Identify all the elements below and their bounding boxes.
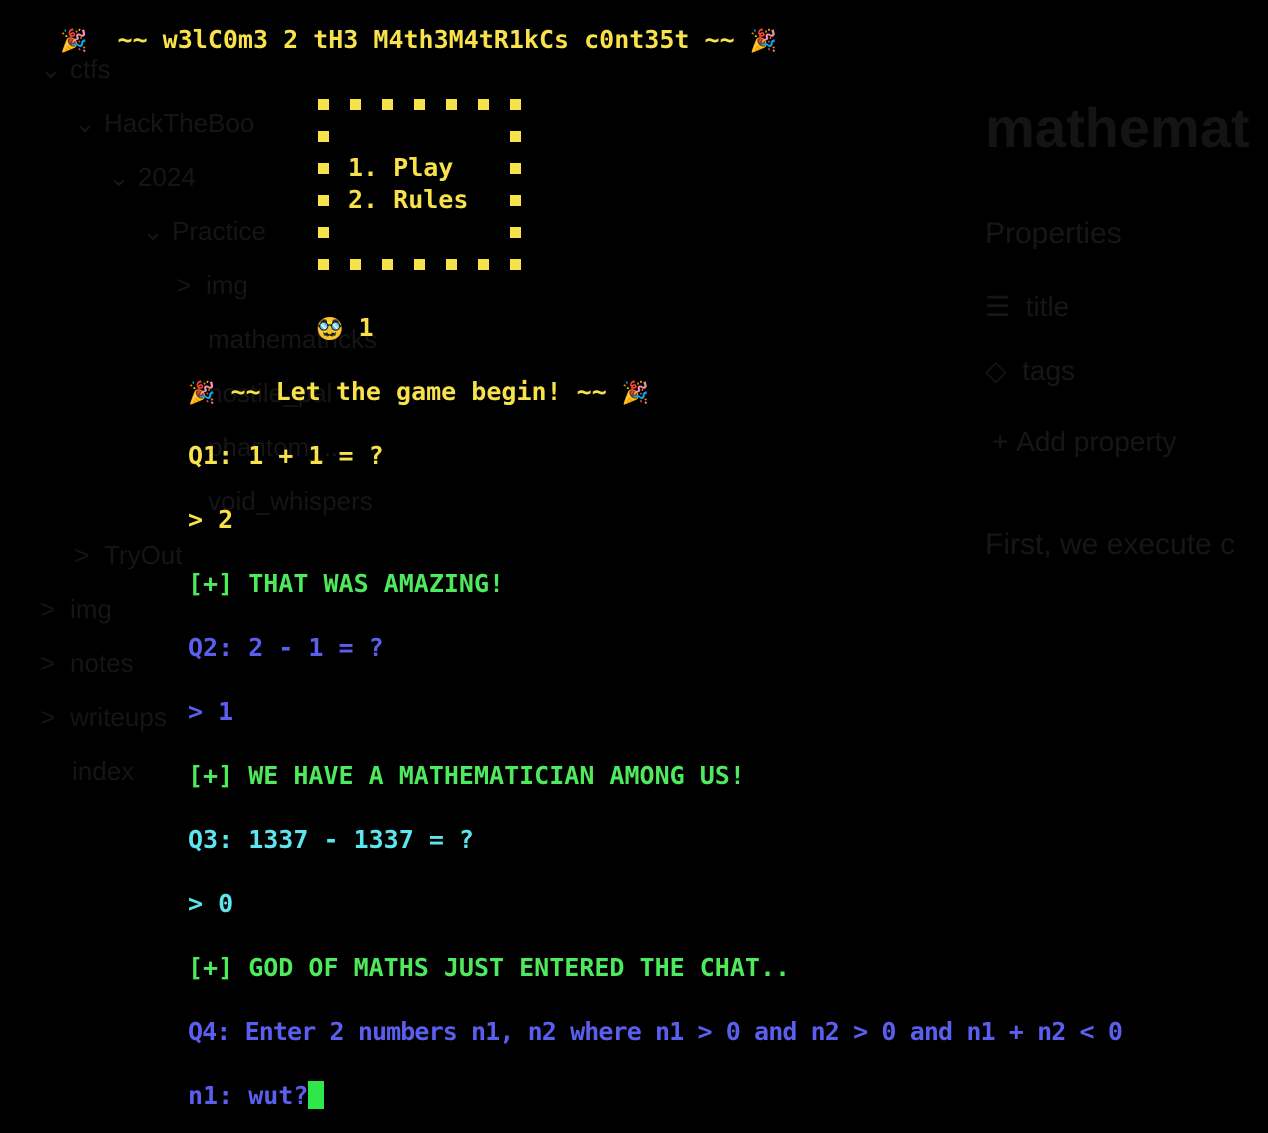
- result-3: [+] GOD OF MATHS JUST ENTERED THE CHAT..: [188, 953, 791, 982]
- menu-option-rules: 2. Rules: [348, 185, 469, 214]
- terminal-output[interactable]: 🎉 ~~ w3lC0m3 2 tH3 M4th3M4tR1kCs c0nt35t…: [0, 0, 1268, 1133]
- answer-2: > 1: [188, 697, 234, 726]
- party-popper-icon: 🎉: [749, 29, 778, 54]
- banner-text: ~~ w3lC0m3 2 tH3 M4th3M4tR1kCs c0nt35t ~…: [117, 25, 735, 54]
- terminal-cursor: [308, 1081, 325, 1109]
- result-1: [+] THAT WAS AMAZING!: [188, 569, 505, 598]
- answer-3: > 0: [188, 889, 234, 918]
- menu-option-play: 1. Play: [348, 153, 454, 182]
- party-popper-icon: 🎉: [621, 381, 650, 406]
- answer-1: > 2: [188, 505, 234, 534]
- banner: 🎉 ~~ w3lC0m3 2 tH3 M4th3M4tR1kCs c0nt35t…: [60, 24, 777, 58]
- game-start-message: 🎉 ~~ Let the game begin! ~~ 🎉: [188, 376, 649, 410]
- result-2: [+] WE HAVE A MATHEMATICIAN AMONG US!: [188, 761, 745, 790]
- question-4: Q4: Enter 2 numbers n1, n2 where n1 > 0 …: [188, 1017, 1123, 1046]
- question-3: Q3: 1337 - 1337 = ?: [188, 825, 474, 854]
- disguised-face-icon: 🥸: [316, 317, 344, 342]
- start-message-text: ~~ Let the game begin! ~~: [230, 377, 607, 406]
- input-line[interactable]: n1: wut?: [188, 1080, 325, 1112]
- party-popper-icon: 🎉: [188, 381, 216, 406]
- party-popper-icon: 🎉: [60, 29, 88, 54]
- choice-value: 1: [358, 313, 374, 342]
- question-1: Q1: 1 + 1 = ?: [188, 441, 384, 470]
- menu-choice: 🥸 1: [316, 312, 374, 346]
- question-2: Q2: 2 - 1 = ?: [188, 633, 384, 662]
- input-prompt: n1: wut?: [188, 1081, 309, 1110]
